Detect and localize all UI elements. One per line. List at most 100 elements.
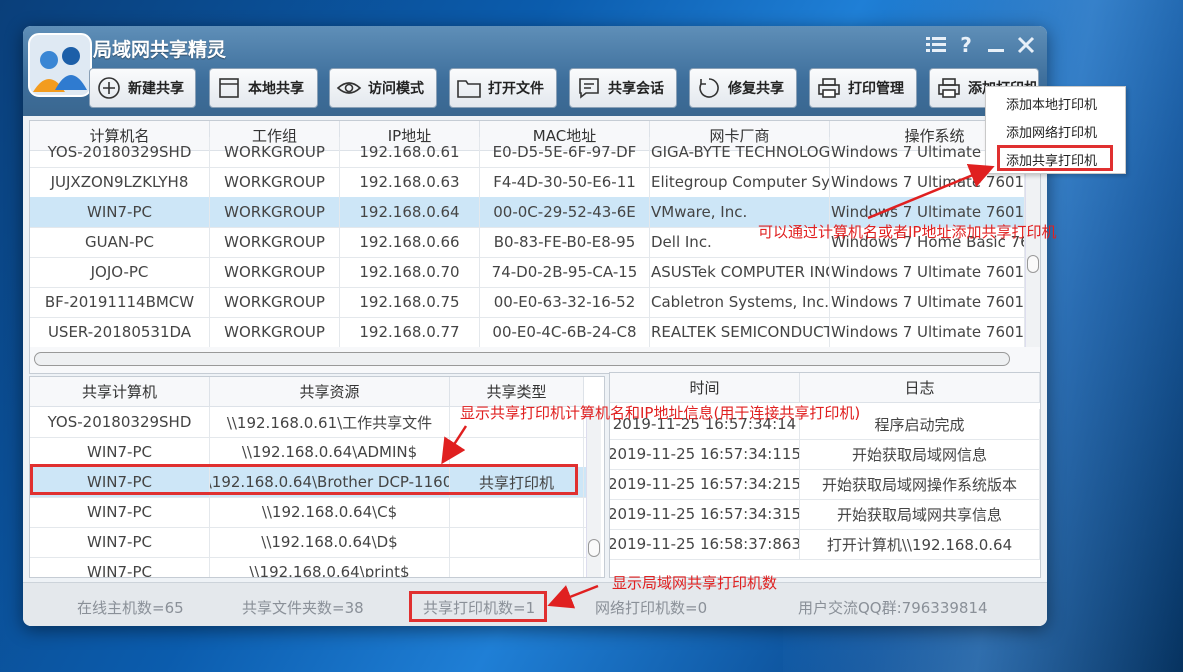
open-file-button[interactable]: 打开文件 — [449, 68, 557, 108]
online-hosts-count: 在线主机数=65 — [77, 599, 184, 617]
table-row[interactable]: WIN7-PC \\192.168.0.64\print$ — [30, 557, 586, 577]
note-printer-info: 显示共享打印机计算机名和IP地址信息(用于连接共享打印机) — [460, 404, 861, 422]
table-cell: WORKGROUP — [210, 317, 340, 347]
vscroll-thumb[interactable] — [588, 539, 600, 557]
table-cell: Windows 7 Ultimate 7601 — [830, 317, 1025, 347]
log-cell: 打开计算机\\192.168.0.64 — [800, 529, 1040, 559]
local-share-label: 本地共享 — [248, 81, 304, 97]
table-cell: WORKGROUP — [210, 167, 340, 197]
menu-add-network-printer[interactable]: 添加网络打印机 — [986, 117, 1125, 145]
col-log[interactable]: 日志 — [800, 373, 1040, 403]
table-cell: WIN7-PC — [30, 197, 210, 227]
hscroll-thumb[interactable] — [34, 352, 1010, 366]
log-cell: 开始获取局域网信息 — [800, 439, 1040, 469]
log-row[interactable]: 2019-11-25 16:57:34:315 开始获取局域网共享信息 — [610, 499, 1040, 530]
table-cell: Windows 7 Ultimate 7601 — [830, 287, 1025, 317]
app-logo-icon — [28, 33, 92, 97]
window-icon — [216, 75, 242, 101]
table-cell: \\192.168.0.64\C$ — [210, 497, 450, 527]
table-cell: Windows 7 Ultimate 7601 — [830, 257, 1025, 287]
table-cell: \\192.168.0.64\ADMIN$ — [210, 437, 450, 467]
table-cell: 192.168.0.77 — [340, 317, 480, 347]
table-row[interactable]: YOS-20180329SHD WORKGROUP 192.168.0.61 E0-D… — [30, 137, 1025, 168]
col-time[interactable]: 时间 — [610, 373, 800, 403]
table-cell: 00-E0-63-32-16-52 — [480, 287, 650, 317]
table-row[interactable]: USER-20180531DA WORKGROUP 192.168.0.77 00-E… — [30, 317, 1025, 348]
table-row[interactable]: WIN7-PC \\192.168.0.64\C$ — [30, 497, 586, 528]
table-cell: USER-20180531DA — [30, 317, 210, 347]
table-cell: 192.168.0.63 — [340, 167, 480, 197]
table-row[interactable]: BF-20191114BMCW WORKGROUP 192.168.0.75 00-E… — [30, 287, 1025, 318]
table-cell: WIN7-PC — [30, 437, 210, 467]
table-cell: WORKGROUP — [210, 227, 340, 257]
table-cell: 192.168.0.66 — [340, 227, 480, 257]
qq-group: 用户交流QQ群:796339814 — [798, 599, 988, 617]
computer-list-vscrollbar[interactable] — [1025, 151, 1040, 347]
network-printers-count: 网络打印机数=0 — [595, 599, 708, 617]
note-add-by-name-or-ip: 可以通过计算机名或者IP地址添加共享打印机 — [758, 223, 1057, 241]
table-cell — [450, 557, 584, 577]
highlight-printer-row — [30, 464, 578, 495]
highlight-add-shared-printer — [997, 145, 1113, 171]
log-row[interactable]: 2019-11-25 16:57:34:215 开始获取局域网操作系统版本 — [610, 469, 1040, 500]
chat-icon — [576, 75, 602, 101]
menu-icon[interactable] — [925, 34, 947, 56]
eye-icon — [336, 75, 362, 101]
table-cell: WIN7-PC — [30, 527, 210, 557]
minimize-icon[interactable] — [985, 34, 1007, 56]
plus-circle-icon — [96, 75, 122, 101]
table-cell: WIN7-PC — [30, 557, 210, 577]
access-mode-button[interactable]: 访问模式 — [329, 68, 437, 108]
app-title: 局域网共享精灵 — [93, 39, 227, 61]
table-cell: F4-4D-30-50-E6-11 — [480, 167, 650, 197]
table-row[interactable]: WIN7-PC \\192.168.0.64\D$ — [30, 527, 586, 558]
table-cell: 192.168.0.70 — [340, 257, 480, 287]
table-row[interactable]: JOJO-PC WORKGROUP 192.168.0.70 74-D0-2B-95-… — [30, 257, 1025, 288]
shared-folders-count: 共享文件夹数=38 — [242, 599, 364, 617]
log-cell: 2019-11-25 16:58:37:863 — [610, 529, 800, 559]
table-cell: Cabletron Systems, Inc. — [650, 287, 830, 317]
share-list-vscrollbar[interactable] — [586, 407, 601, 577]
table-cell: E0-D5-5E-6F-97-DF — [480, 137, 650, 167]
table-cell: ASUSTek COMPUTER INC. — [650, 257, 830, 287]
table-cell — [450, 437, 584, 467]
table-cell: WORKGROUP — [210, 257, 340, 287]
share-session-button[interactable]: 共享会话 — [569, 68, 677, 108]
open-file-label: 打开文件 — [488, 81, 544, 97]
print-manage-button[interactable]: 打印管理 — [809, 68, 917, 108]
table-cell: 00-E0-4C-6B-24-C8 — [480, 317, 650, 347]
log-cell: 开始获取局域网共享信息 — [800, 499, 1040, 529]
new-share-label: 新建共享 — [128, 81, 184, 97]
table-row[interactable]: JUJXZON9LZKLYH8 WORKGROUP 192.168.0.63 F4-4… — [30, 167, 1025, 198]
new-share-button[interactable]: 新建共享 — [89, 68, 196, 108]
table-cell: WORKGROUP — [210, 287, 340, 317]
highlight-printer-count — [409, 591, 547, 622]
repair-share-button[interactable]: 修复共享 — [689, 68, 797, 108]
log-row[interactable]: 2019-11-25 16:57:34:115 开始获取局域网信息 — [610, 439, 1040, 470]
table-cell — [450, 527, 584, 557]
vscroll-thumb[interactable] — [1027, 255, 1039, 273]
help-icon[interactable]: ? — [955, 33, 977, 57]
log-row[interactable]: 2019-11-25 16:58:37:863 打开计算机\\192.168.0.… — [610, 529, 1040, 560]
close-icon[interactable] — [1015, 34, 1037, 56]
local-share-button[interactable]: 本地共享 — [209, 68, 318, 108]
table-cell: GUAN-PC — [30, 227, 210, 257]
table-cell: WIN7-PC — [30, 497, 210, 527]
table-cell: \\192.168.0.64\print$ — [210, 557, 450, 577]
col-share-resource[interactable]: 共享资源 — [210, 377, 450, 407]
table-cell: WORKGROUP — [210, 137, 340, 167]
repair-icon — [696, 75, 722, 101]
computer-list-panel: 计算机名 工作组 IP地址 MAC地址 网卡厂商 操作系统 YOS-201803… — [29, 120, 1041, 374]
table-cell: YOS-20180329SHD — [30, 137, 210, 167]
table-cell: Elitegroup Computer Sys — [650, 167, 830, 197]
table-cell: 192.168.0.75 — [340, 287, 480, 317]
share-session-label: 共享会话 — [608, 81, 664, 97]
table-cell — [450, 497, 584, 527]
log-cell: 2019-11-25 16:57:34:115 — [610, 439, 800, 469]
log-cell: 开始获取局域网操作系统版本 — [800, 469, 1040, 499]
table-cell: \\192.168.0.61\工作共享文件 — [210, 407, 450, 437]
print-manage-label: 打印管理 — [848, 81, 904, 97]
table-cell: \\192.168.0.64\D$ — [210, 527, 450, 557]
menu-add-local-printer[interactable]: 添加本地打印机 — [986, 89, 1125, 117]
col-share-computer[interactable]: 共享计算机 — [30, 377, 210, 407]
